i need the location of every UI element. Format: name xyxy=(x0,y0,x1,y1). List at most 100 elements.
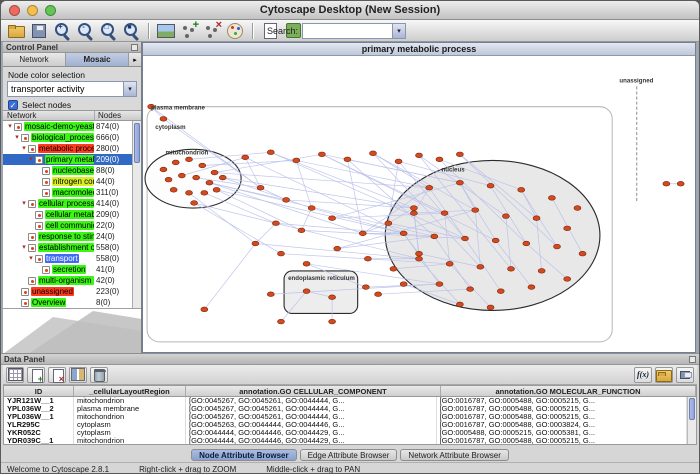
graph-edge[interactable] xyxy=(194,203,281,254)
graphics-details-icon[interactable] xyxy=(156,21,176,41)
network-view-title[interactable]: primary metabolic process xyxy=(143,43,695,56)
column-header[interactable]: _cellularLayoutRegion xyxy=(74,386,186,396)
delete-attribute-icon[interactable] xyxy=(48,367,66,383)
graph-node[interactable] xyxy=(370,151,377,156)
graph-node[interactable] xyxy=(502,214,509,219)
tab-network-attribute-browser[interactable]: Network Attribute Browser xyxy=(400,449,508,461)
graph-node[interactable] xyxy=(160,167,167,172)
tab-node-attribute-browser[interactable]: Node Attribute Browser xyxy=(191,449,297,461)
tree-item-biological-process[interactable]: ▾biological_process666(0) xyxy=(3,132,132,143)
graph-node[interactable] xyxy=(497,289,504,294)
graph-node[interactable] xyxy=(329,216,336,221)
graph-node[interactable] xyxy=(564,226,571,231)
graph-node[interactable] xyxy=(390,267,397,272)
title-bar[interactable]: Cytoscape Desktop (New Session) xyxy=(1,1,699,20)
tree-item-establishment-of-lo[interactable]: ▾establishment of lo...558(0) xyxy=(3,242,132,253)
graph-node[interactable] xyxy=(533,216,540,221)
tree-expand-icon[interactable]: ▾ xyxy=(13,132,21,143)
graph-node[interactable] xyxy=(477,265,484,270)
create-attribute-icon[interactable] xyxy=(27,367,45,383)
graph-node[interactable] xyxy=(492,238,499,243)
graph-node[interactable] xyxy=(472,208,479,213)
tree-item-mosaic-demo-yeast[interactable]: ▾mosaic-demo-yeast874(0) xyxy=(3,121,132,132)
graph-node[interactable] xyxy=(518,187,525,192)
graph-node[interactable] xyxy=(431,234,438,239)
graph-node[interactable] xyxy=(416,153,423,158)
tree-item-nucleobase[interactable]: nucleobase...88(0) xyxy=(3,165,132,176)
zoom-out-icon[interactable]: - xyxy=(75,21,95,41)
graph-node[interactable] xyxy=(456,302,463,307)
network-graph[interactable]: plasma membranecytoplasmmitochondrionnuc… xyxy=(143,56,695,352)
function-builder-icon[interactable]: f(x) xyxy=(634,367,652,383)
delete-rows-icon[interactable] xyxy=(90,367,108,383)
graph-node[interactable] xyxy=(178,173,185,178)
graph-node[interactable] xyxy=(257,185,264,190)
minimize-button[interactable] xyxy=(27,5,38,16)
graph-node[interactable] xyxy=(579,251,586,256)
zoom-fit-icon[interactable]: ■ xyxy=(121,21,141,41)
tree-column-nodes[interactable]: Nodes xyxy=(95,111,141,120)
graph-node[interactable] xyxy=(252,241,259,246)
graph-node[interactable] xyxy=(446,261,453,266)
close-button[interactable] xyxy=(9,5,20,16)
table-row[interactable]: YKR052Ccytoplasm[GO:0044444, GO:0044446,… xyxy=(4,429,687,437)
graph-node[interactable] xyxy=(462,236,469,241)
tree-item-nitrogen-compo[interactable]: nitrogen compo...44(0) xyxy=(3,176,132,187)
tree-item-response-to-stimul[interactable]: response to stimul...24(0) xyxy=(3,231,132,242)
graph-node[interactable] xyxy=(186,157,193,162)
graph-node[interactable] xyxy=(523,241,530,246)
tab-scroll-right-icon[interactable]: ▸ xyxy=(129,53,141,66)
tab-network[interactable]: Network xyxy=(3,53,66,66)
column-header[interactable]: annotation.GO CELLULAR_COMPONENT xyxy=(186,386,441,396)
graph-node[interactable] xyxy=(564,277,571,282)
graph-node[interactable] xyxy=(416,251,423,256)
graph-node[interactable] xyxy=(318,152,325,157)
graph-node[interactable] xyxy=(213,187,220,192)
table-row[interactable]: YPL036W__2plasma membrane[GO:0045267, GO… xyxy=(4,405,687,413)
graph-node[interactable] xyxy=(191,201,198,206)
graph-node[interactable] xyxy=(426,185,433,190)
graph-node[interactable] xyxy=(165,177,172,182)
tree-item-primary-metabo[interactable]: ▾primary metabo...209(0) xyxy=(3,154,132,165)
graph-node[interactable] xyxy=(362,285,369,290)
table-row[interactable]: YDR039C__1mitochondrion[GO:0044444, GO:0… xyxy=(4,437,687,444)
graph-node[interactable] xyxy=(359,231,366,236)
graph-node[interactable] xyxy=(272,221,279,226)
control-panel-float-icon[interactable] xyxy=(131,44,138,51)
graph-node[interactable] xyxy=(538,269,545,274)
graph-node[interactable] xyxy=(308,206,315,211)
tree-expand-icon[interactable]: ▾ xyxy=(20,242,28,253)
tree-item-metabolic-process[interactable]: ▾metabolic process280(0) xyxy=(3,143,132,154)
graph-node[interactable] xyxy=(329,295,336,300)
tab-edge-attribute-browser[interactable]: Edge Attribute Browser xyxy=(300,449,398,461)
graph-node[interactable] xyxy=(267,292,274,297)
tree-scrollbar-thumb[interactable] xyxy=(134,123,140,163)
tree-item-unassigned[interactable]: unassigned223(0) xyxy=(3,286,132,297)
dropdown-arrow-icon[interactable]: ▾ xyxy=(123,82,136,96)
save-session-icon[interactable] xyxy=(29,21,49,41)
graph-node[interactable] xyxy=(293,158,300,163)
vizmapper-icon[interactable] xyxy=(225,21,245,41)
graph-edge[interactable] xyxy=(204,244,255,310)
graph-node[interactable] xyxy=(554,244,561,249)
graph-node[interactable] xyxy=(375,292,382,297)
data-panel-float-icon[interactable] xyxy=(689,356,696,363)
graph-node[interactable] xyxy=(487,305,494,310)
graph-edge[interactable] xyxy=(223,178,312,208)
graph-node[interactable] xyxy=(385,221,392,226)
new-network-icon[interactable] xyxy=(179,21,199,41)
graph-node[interactable] xyxy=(441,211,448,216)
search-input[interactable]: ▾ xyxy=(302,23,406,39)
graph-node[interactable] xyxy=(416,256,423,261)
tab-mosaic[interactable]: Mosaic xyxy=(66,53,129,66)
graph-node[interactable] xyxy=(410,211,417,216)
graph-node[interactable] xyxy=(456,152,463,157)
attribute-select-icon[interactable] xyxy=(6,367,24,383)
tree-expand-icon[interactable]: ▾ xyxy=(27,154,35,165)
graph-node[interactable] xyxy=(219,175,226,180)
graph-node[interactable] xyxy=(574,206,581,211)
open-session-icon[interactable] xyxy=(6,21,26,41)
graph-edge[interactable] xyxy=(301,208,311,230)
graph-edge[interactable] xyxy=(245,157,260,187)
tree-scrollbar[interactable] xyxy=(132,121,141,308)
